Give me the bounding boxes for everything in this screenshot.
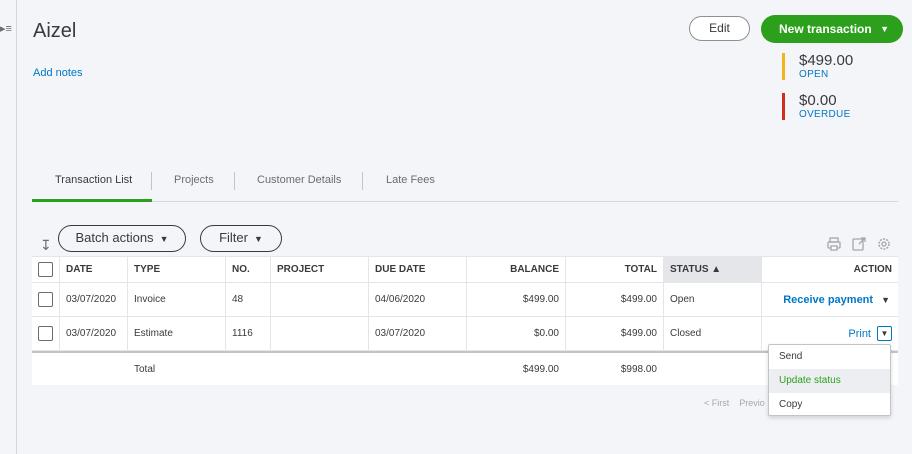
header-due-date[interactable]: DUE DATE	[375, 257, 425, 282]
tab-projects[interactable]: Projects	[174, 170, 214, 202]
table-header-row: DATE TYPE NO. PROJECT DUE DATE BALANCE T…	[32, 256, 898, 283]
tab-divider	[362, 172, 363, 190]
cell-due-date: 04/06/2020	[375, 294, 426, 305]
previous-page-link[interactable]: Previo	[739, 398, 765, 408]
header-project[interactable]: PROJECT	[277, 257, 324, 282]
header-date[interactable]: DATE	[66, 257, 92, 282]
add-notes-link[interactable]: Add notes	[33, 67, 83, 79]
gear-icon[interactable]	[876, 236, 892, 252]
tab-divider	[234, 172, 235, 190]
total-label: Total	[134, 363, 156, 375]
total-total: $998.00	[620, 363, 657, 375]
first-page-link[interactable]: < First	[704, 398, 729, 408]
cell-type: Estimate	[134, 328, 173, 339]
tab-bar: Transaction List Projects Customer Detai…	[32, 170, 898, 202]
batch-actions-label: Batch actions	[75, 230, 154, 245]
header-total[interactable]: TOTAL	[565, 257, 657, 282]
open-summary[interactable]: $499.00 OPEN	[782, 53, 853, 80]
row-checkbox[interactable]	[38, 326, 53, 341]
header-action: ACTION	[853, 264, 892, 275]
open-amount: $499.00	[799, 52, 854, 69]
table-row[interactable]: 03/07/2020 Invoice 48 04/06/2020 $499.00…	[32, 283, 898, 317]
open-label: OPEN	[799, 69, 829, 80]
total-balance: $499.00	[522, 363, 559, 375]
menu-item-update-status[interactable]: Update status	[769, 369, 890, 393]
header-balance[interactable]: BALANCE	[466, 257, 559, 282]
pagination: < First Previo	[704, 398, 765, 408]
cell-total: $499.00	[620, 294, 657, 305]
cell-type: Invoice	[134, 294, 166, 305]
customer-name: Aizel	[33, 20, 77, 42]
new-transaction-button[interactable]: New transaction ▼	[761, 15, 903, 43]
left-rail: ▸≡	[0, 0, 17, 454]
tab-divider	[151, 172, 152, 190]
print-link[interactable]: Print	[848, 328, 871, 340]
row-checkbox[interactable]	[38, 292, 53, 307]
cell-action: Receive payment ▼	[761, 283, 890, 316]
cell-due-date: 03/07/2020	[375, 328, 426, 339]
menu-item-copy[interactable]: Copy	[769, 393, 890, 417]
cell-date: 03/07/2020	[66, 294, 117, 305]
overdue-label: OVERDUE	[799, 109, 851, 120]
action-dropdown-menu: Send Update status Copy	[768, 344, 891, 416]
new-transaction-label: New transaction	[779, 22, 872, 36]
print-icon[interactable]	[826, 236, 842, 252]
cell-balance: $499.00	[522, 294, 559, 305]
export-icon[interactable]	[851, 236, 867, 252]
header-no[interactable]: NO.	[232, 257, 250, 282]
chevron-down-icon[interactable]: ▼	[877, 326, 892, 341]
chevron-down-icon[interactable]: ▼	[881, 295, 890, 305]
header-status[interactable]: STATUS ▲	[664, 257, 761, 282]
overdue-amount: $0.00	[799, 92, 837, 109]
tab-transaction-list[interactable]: Transaction List	[32, 170, 152, 202]
edit-button[interactable]: Edit	[689, 16, 750, 41]
tab-customer-details[interactable]: Customer Details	[257, 170, 341, 202]
select-all-checkbox[interactable]	[38, 262, 53, 277]
receive-payment-link[interactable]: Receive payment	[783, 294, 873, 306]
chevron-down-icon: ▼	[159, 234, 169, 244]
cell-balance: $0.00	[533, 328, 559, 339]
cell-date: 03/07/2020	[66, 328, 117, 339]
header-type[interactable]: TYPE	[134, 257, 160, 282]
menu-item-send[interactable]: Send	[769, 345, 890, 369]
cell-total: $499.00	[620, 328, 657, 339]
filter-label: Filter	[219, 230, 248, 245]
cell-status: Open	[670, 294, 695, 305]
expand-panel-icon[interactable]: ▸≡	[0, 22, 12, 36]
cell-status: Closed	[670, 328, 702, 339]
chevron-down-icon: ▼	[253, 234, 263, 244]
cell-no: 1116	[232, 328, 253, 339]
batch-actions-button[interactable]: Batch actions ▼	[58, 225, 186, 252]
chevron-down-icon: ▼	[880, 24, 889, 34]
sort-arrow-icon[interactable]: ↧	[40, 237, 52, 254]
tab-late-fees[interactable]: Late Fees	[386, 170, 435, 202]
filter-button[interactable]: Filter ▼	[200, 225, 282, 252]
cell-no: 48	[232, 294, 244, 305]
overdue-summary[interactable]: $0.00 OVERDUE	[782, 93, 851, 120]
